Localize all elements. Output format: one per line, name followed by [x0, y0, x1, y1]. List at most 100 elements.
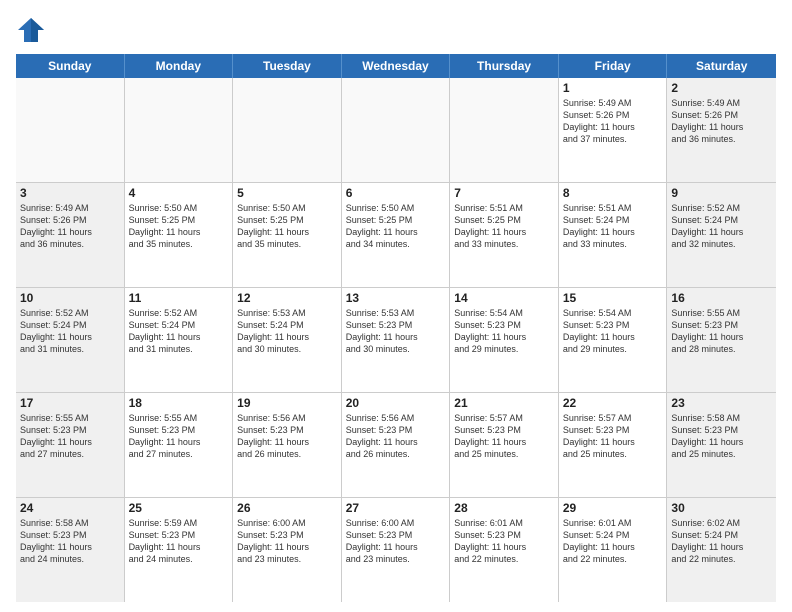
calendar-row-2: 10 Sunrise: 5:52 AMSunset: 5:24 PMDayligh… — [16, 288, 776, 393]
cell-info: Sunrise: 5:56 AMSunset: 5:23 PMDaylight:… — [346, 412, 446, 461]
calendar-cell-empty-0 — [16, 78, 125, 182]
cell-info: Sunrise: 5:49 AMSunset: 5:26 PMDaylight:… — [20, 202, 120, 251]
cell-info: Sunrise: 5:52 AMSunset: 5:24 PMDaylight:… — [20, 307, 120, 356]
calendar-cell-27: 27 Sunrise: 6:00 AMSunset: 5:23 PMDayligh… — [342, 498, 451, 602]
cell-info: Sunrise: 5:54 AMSunset: 5:23 PMDaylight:… — [563, 307, 663, 356]
day-number: 7 — [454, 186, 554, 200]
page: SundayMondayTuesdayWednesdayThursdayFrid… — [0, 0, 792, 612]
day-number: 9 — [671, 186, 772, 200]
calendar-cell-24: 24 Sunrise: 5:58 AMSunset: 5:23 PMDayligh… — [16, 498, 125, 602]
calendar-cell-16: 16Sunrise: 5:55 AMSunset: 5:23 PMDayligh… — [667, 288, 776, 392]
day-number: 27 — [346, 501, 446, 515]
calendar-cell-1: 1 Sunrise: 5:49 AMSunset: 5:26 PMDaylight… — [559, 78, 668, 182]
cell-info: Sunrise: 5:52 AMSunset: 5:24 PMDaylight:… — [671, 202, 772, 251]
calendar-cell-empty-4 — [450, 78, 559, 182]
header-day-tuesday: Tuesday — [233, 54, 342, 78]
day-number: 20 — [346, 396, 446, 410]
day-number: 16 — [671, 291, 772, 305]
cell-info: Sunrise: 6:00 AMSunset: 5:23 PMDaylight:… — [237, 517, 337, 566]
day-number: 25 — [129, 501, 229, 515]
cell-info: Sunrise: 5:53 AMSunset: 5:24 PMDaylight:… — [237, 307, 337, 356]
header-day-thursday: Thursday — [450, 54, 559, 78]
calendar-row-4: 24 Sunrise: 5:58 AMSunset: 5:23 PMDayligh… — [16, 498, 776, 602]
cell-info: Sunrise: 5:57 AMSunset: 5:23 PMDaylight:… — [563, 412, 663, 461]
cell-info: Sunrise: 5:58 AMSunset: 5:23 PMDaylight:… — [671, 412, 772, 461]
day-number: 22 — [563, 396, 663, 410]
day-number: 12 — [237, 291, 337, 305]
cell-info: Sunrise: 5:51 AMSunset: 5:25 PMDaylight:… — [454, 202, 554, 251]
cell-info: Sunrise: 5:53 AMSunset: 5:23 PMDaylight:… — [346, 307, 446, 356]
calendar-cell-19: 19 Sunrise: 5:56 AMSunset: 5:23 PMDayligh… — [233, 393, 342, 497]
day-number: 18 — [129, 396, 229, 410]
calendar-cell-18: 18 Sunrise: 5:55 AMSunset: 5:23 PMDayligh… — [125, 393, 234, 497]
calendar-body: 1 Sunrise: 5:49 AMSunset: 5:26 PMDaylight… — [16, 78, 776, 602]
cell-info: Sunrise: 5:52 AMSunset: 5:24 PMDaylight:… — [129, 307, 229, 356]
calendar-cell-14: 14 Sunrise: 5:54 AMSunset: 5:23 PMDayligh… — [450, 288, 559, 392]
calendar-cell-15: 15 Sunrise: 5:54 AMSunset: 5:23 PMDayligh… — [559, 288, 668, 392]
day-number: 17 — [20, 396, 120, 410]
cell-info: Sunrise: 6:00 AMSunset: 5:23 PMDaylight:… — [346, 517, 446, 566]
calendar-cell-9: 9 Sunrise: 5:52 AMSunset: 5:24 PMDaylight… — [667, 183, 776, 287]
day-number: 10 — [20, 291, 120, 305]
calendar-cell-29: 29Sunrise: 6:01 AMSunset: 5:24 PMDayligh… — [559, 498, 668, 602]
calendar: SundayMondayTuesdayWednesdayThursdayFrid… — [16, 54, 776, 602]
calendar-cell-4: 4 Sunrise: 5:50 AMSunset: 5:25 PMDaylight… — [125, 183, 234, 287]
day-number: 15 — [563, 291, 663, 305]
day-number: 4 — [129, 186, 229, 200]
calendar-cell-empty-3 — [342, 78, 451, 182]
calendar-cell-17: 17 Sunrise: 5:55 AMSunset: 5:23 PMDayligh… — [16, 393, 125, 497]
cell-info: Sunrise: 5:54 AMSunset: 5:23 PMDaylight:… — [454, 307, 554, 356]
day-number: 1 — [563, 81, 663, 95]
cell-info: Sunrise: 5:56 AMSunset: 5:23 PMDaylight:… — [237, 412, 337, 461]
calendar-cell-5: 5 Sunrise: 5:50 AMSunset: 5:25 PMDaylight… — [233, 183, 342, 287]
calendar-cell-6: 6Sunrise: 5:50 AMSunset: 5:25 PMDaylight… — [342, 183, 451, 287]
day-number: 11 — [129, 291, 229, 305]
day-number: 2 — [671, 81, 772, 95]
cell-info: Sunrise: 5:50 AMSunset: 5:25 PMDaylight:… — [237, 202, 337, 251]
cell-info: Sunrise: 5:58 AMSunset: 5:23 PMDaylight:… — [20, 517, 120, 566]
cell-info: Sunrise: 5:50 AMSunset: 5:25 PMDaylight:… — [346, 202, 446, 251]
day-number: 23 — [671, 396, 772, 410]
logo-icon — [16, 16, 46, 44]
cell-info: Sunrise: 5:57 AMSunset: 5:23 PMDaylight:… — [454, 412, 554, 461]
header-day-friday: Friday — [559, 54, 668, 78]
header-day-wednesday: Wednesday — [342, 54, 451, 78]
day-number: 14 — [454, 291, 554, 305]
header-day-sunday: Sunday — [16, 54, 125, 78]
calendar-cell-3: 3 Sunrise: 5:49 AMSunset: 5:26 PMDaylight… — [16, 183, 125, 287]
calendar-cell-11: 11 Sunrise: 5:52 AMSunset: 5:24 PMDayligh… — [125, 288, 234, 392]
day-number: 19 — [237, 396, 337, 410]
calendar-cell-7: 7 Sunrise: 5:51 AMSunset: 5:25 PMDaylight… — [450, 183, 559, 287]
calendar-header: SundayMondayTuesdayWednesdayThursdayFrid… — [16, 54, 776, 78]
day-number: 5 — [237, 186, 337, 200]
calendar-cell-28: 28 Sunrise: 6:01 AMSunset: 5:23 PMDayligh… — [450, 498, 559, 602]
calendar-cell-empty-1 — [125, 78, 234, 182]
cell-info: Sunrise: 5:50 AMSunset: 5:25 PMDaylight:… — [129, 202, 229, 251]
calendar-cell-empty-2 — [233, 78, 342, 182]
calendar-row-1: 3 Sunrise: 5:49 AMSunset: 5:26 PMDaylight… — [16, 183, 776, 288]
calendar-row-0: 1 Sunrise: 5:49 AMSunset: 5:26 PMDaylight… — [16, 78, 776, 183]
calendar-cell-12: 12 Sunrise: 5:53 AMSunset: 5:24 PMDayligh… — [233, 288, 342, 392]
calendar-cell-22: 22 Sunrise: 5:57 AMSunset: 5:23 PMDayligh… — [559, 393, 668, 497]
day-number: 3 — [20, 186, 120, 200]
header-day-monday: Monday — [125, 54, 234, 78]
cell-info: Sunrise: 5:55 AMSunset: 5:23 PMDaylight:… — [129, 412, 229, 461]
calendar-cell-10: 10 Sunrise: 5:52 AMSunset: 5:24 PMDayligh… — [16, 288, 125, 392]
day-number: 30 — [671, 501, 772, 515]
header — [16, 16, 776, 44]
calendar-cell-20: 20 Sunrise: 5:56 AMSunset: 5:23 PMDayligh… — [342, 393, 451, 497]
cell-info: Sunrise: 5:49 AMSunset: 5:26 PMDaylight:… — [563, 97, 663, 146]
cell-info: Sunrise: 5:55 AMSunset: 5:23 PMDaylight:… — [20, 412, 120, 461]
cell-info: Sunrise: 6:01 AMSunset: 5:24 PMDaylight:… — [563, 517, 663, 566]
logo — [16, 16, 50, 44]
calendar-row-3: 17 Sunrise: 5:55 AMSunset: 5:23 PMDayligh… — [16, 393, 776, 498]
calendar-cell-2: 2 Sunrise: 5:49 AMSunset: 5:26 PMDaylight… — [667, 78, 776, 182]
cell-info: Sunrise: 5:49 AMSunset: 5:26 PMDaylight:… — [671, 97, 772, 146]
cell-info: Sunrise: 6:01 AMSunset: 5:23 PMDaylight:… — [454, 517, 554, 566]
calendar-cell-8: 8Sunrise: 5:51 AMSunset: 5:24 PMDaylight… — [559, 183, 668, 287]
day-number: 28 — [454, 501, 554, 515]
day-number: 21 — [454, 396, 554, 410]
day-number: 24 — [20, 501, 120, 515]
cell-info: Sunrise: 5:51 AMSunset: 5:24 PMDaylight:… — [563, 202, 663, 251]
day-number: 26 — [237, 501, 337, 515]
